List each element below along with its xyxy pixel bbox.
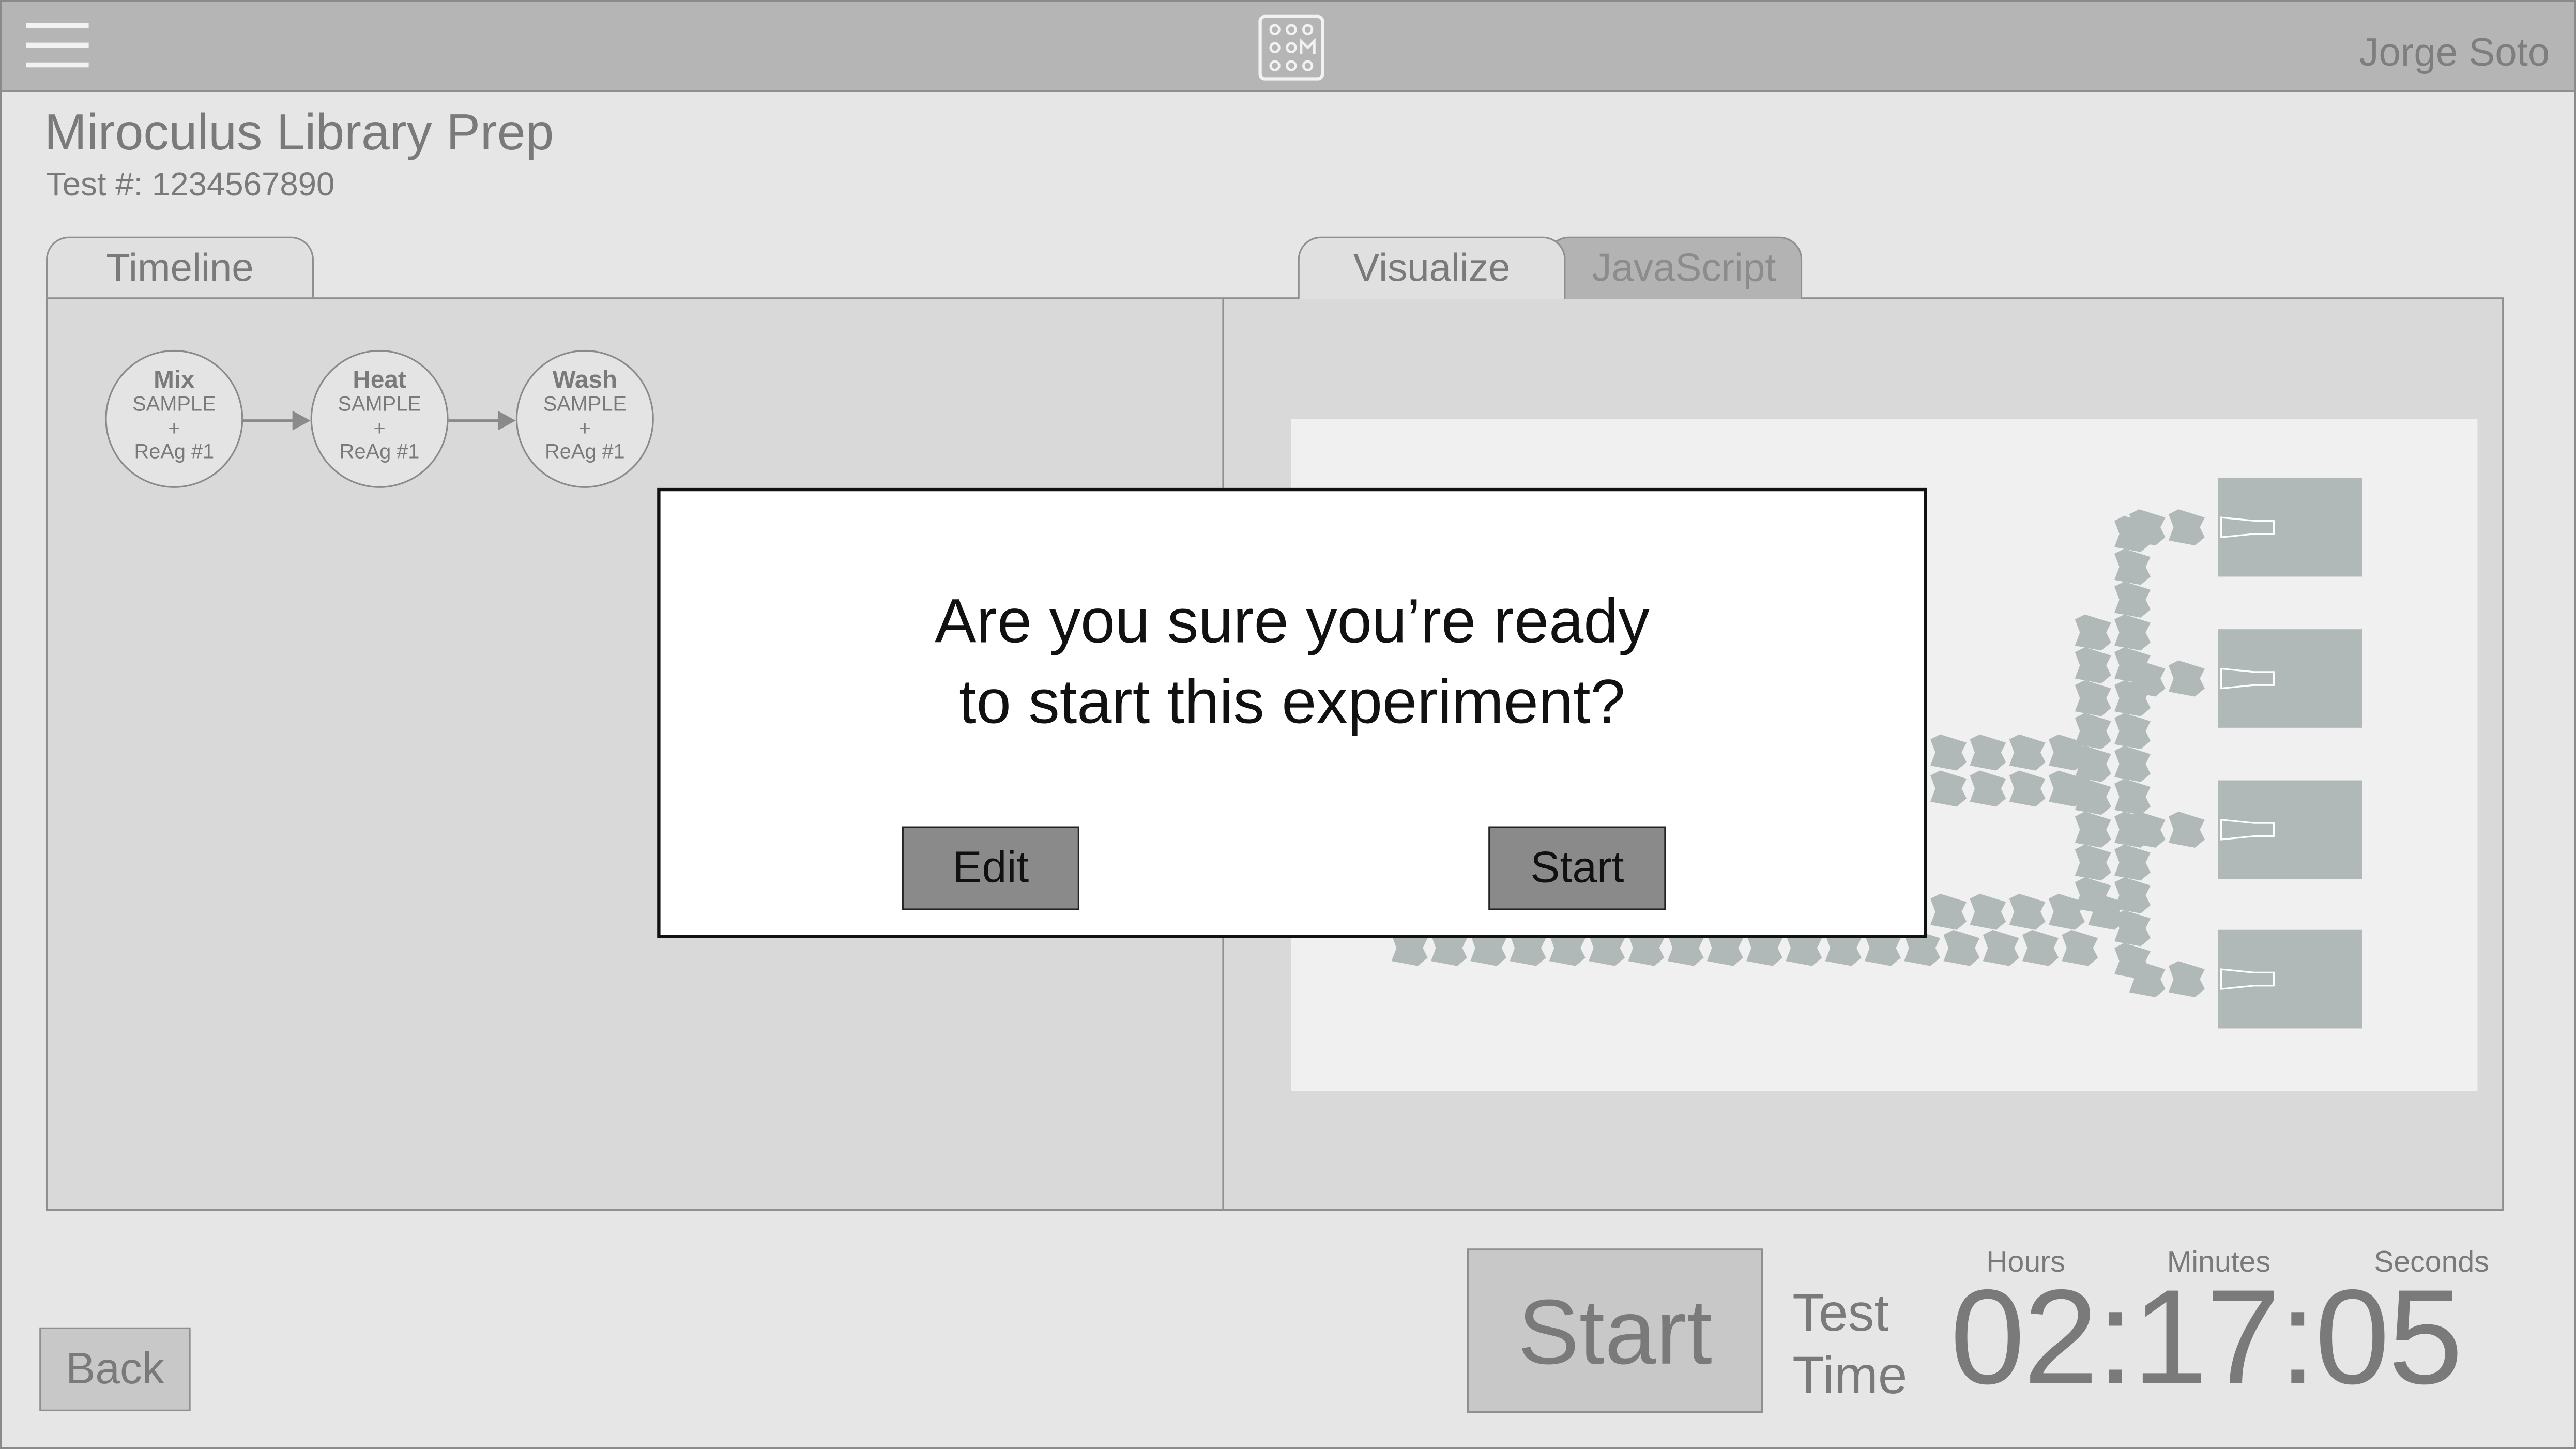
timeline-step-mix[interactable]: Mix SAMPLE + ReAg #1 [105,349,243,488]
step-line: SAMPLE [132,392,216,416]
step-name: Wash [552,366,618,394]
step-line: ReAg #1 [134,440,215,464]
electrode-pad [1930,734,1967,771]
step-line: + [578,416,591,440]
electrode-pad [2114,548,2151,585]
electrode-pad [2168,509,2205,546]
electrode-pad [2022,929,2059,966]
arrow-right-icon [243,410,311,431]
electrode-pad [2114,943,2151,980]
top-bar: Jorge Soto [2,2,2574,92]
tab-javascript[interactable]: JavaScript [1546,236,1803,299]
step-name: Heat [353,366,406,394]
step-line: SAMPLE [543,392,627,416]
electrode-pad [1930,770,1967,807]
confirm-start-dialog: Are you sure you’re ready to start this … [657,487,1927,938]
electrode-pad [2114,713,2151,750]
electrode-pad [2168,660,2205,697]
app-screen: Jorge Soto Miroculus Library Prep Test #… [0,0,2576,1449]
electrode-pad [2009,734,2046,771]
step-line: SAMPLE [338,392,421,416]
reservoir-spout [2220,667,2275,690]
test-time-label: Test Time [1792,1282,1924,1407]
tab-visualize[interactable]: Visualize [1298,236,1566,299]
app-logo-icon [1258,14,1324,81]
electrode-pad [2114,647,2151,684]
electrode-pad [2168,811,2205,848]
dialog-question-line: to start this experiment? [959,668,1625,738]
electrode-pad [1970,770,2006,807]
arrow-right-icon [448,410,516,431]
timeline-step-heat[interactable]: Heat SAMPLE + ReAg #1 [310,349,449,488]
tab-timeline[interactable]: Timeline [45,236,314,299]
timeline-step-wash[interactable]: Wash SAMPLE + ReAg #1 [515,349,654,488]
electrode-pad [1930,893,1967,930]
electrode-pad [2075,680,2111,716]
step-line: + [168,416,180,440]
electrode-pad [2168,961,2205,998]
step-line: ReAg #1 [339,440,420,464]
electrode-pad [2114,582,2151,618]
dialog-question-line: Are you sure you’re ready [935,588,1650,658]
user-name[interactable]: Jorge Soto [2359,31,2550,77]
electrode-pad [2114,614,2151,651]
reservoir-spout [2220,516,2275,538]
electrode-pad [1970,734,2006,771]
electrode-pad [2009,893,2046,930]
electrode-pad [2009,770,2046,807]
test-time-line: Time [1792,1345,1908,1405]
step-line: + [373,416,386,440]
reservoir-spout [2220,968,2275,990]
step-line: ReAg #1 [545,440,625,464]
reservoir-spout [2220,819,2275,841]
start-button[interactable]: Start [1467,1248,1763,1413]
edit-button[interactable]: Edit [902,826,1079,910]
menu-icon[interactable] [26,23,92,69]
electrode-pad [2114,745,2151,782]
electrode-pad [2075,614,2111,651]
electrode-pad [1983,929,2019,966]
electrode-pad [2062,929,2098,966]
electrode-pad [2114,844,2151,881]
electrode-pad [2075,844,2111,881]
step-name: Mix [154,366,195,394]
page-title: Miroculus Library Prep [44,103,554,161]
electrode-pad [1970,893,2006,930]
test-time-line: Test [1792,1283,1889,1343]
confirm-start-button[interactable]: Start [1488,826,1666,910]
electrode-pad [2075,811,2111,848]
electrode-pad [2075,647,2111,684]
electrode-pad [2114,779,2151,815]
test-timer: 02:17:05 [1950,1263,2463,1413]
test-number: Test #: 1234567890 [45,167,335,204]
electrode-pad [1943,929,1980,966]
back-button[interactable]: Back [39,1327,191,1411]
